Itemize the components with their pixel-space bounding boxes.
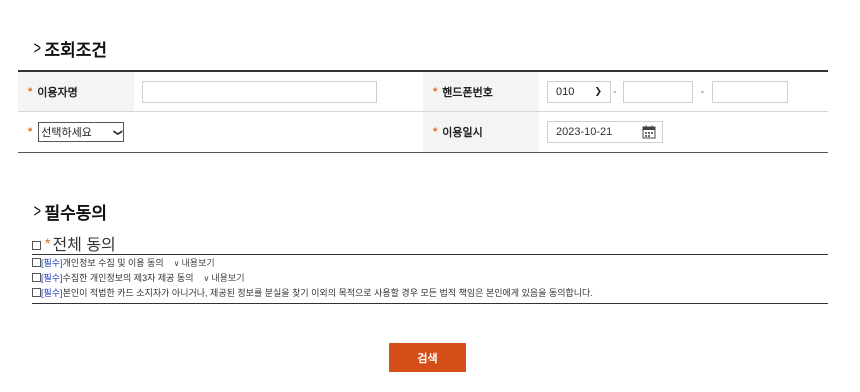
date-label-text: 이용일시 (442, 127, 483, 139)
agreement-checkbox[interactable] (32, 288, 41, 297)
required-star: * (28, 85, 33, 98)
section-title-required-agreement: > 필수동의 (32, 199, 108, 224)
divider (32, 300, 828, 304)
chevron-down-icon: ❯ (594, 86, 602, 96)
calendar-icon[interactable] (642, 125, 656, 139)
select-cell: * 선택하세요 ❯ (18, 112, 423, 152)
agreement-checkbox[interactable] (32, 258, 41, 267)
agreement-text: 수집한 개인정보의 제3자 제공 동의 (62, 273, 194, 283)
date-value: 2023-10-21 (556, 126, 613, 138)
agreement-text: 본인이 적법한 카드 소지자가 아니거나, 제공된 정보를 분실을 찾기 이외의… (62, 288, 593, 298)
date-input[interactable]: 2023-10-21 (547, 121, 663, 143)
required-tag: [필수] (41, 288, 63, 298)
view-content-label: 내용보기 (211, 273, 245, 283)
view-content-link[interactable]: ∨ 내용보기 (204, 271, 245, 284)
chevron-right-icon: > (33, 201, 41, 221)
user-name-input[interactable] (142, 80, 377, 103)
view-content-label: 내용보기 (181, 258, 215, 268)
category-select[interactable]: 선택하세요 ❯ (38, 122, 125, 142)
category-select-value: 선택하세요 (41, 127, 92, 139)
date-cell: 2023-10-21 (539, 112, 828, 152)
search-button[interactable]: 검색 (389, 343, 466, 372)
required-tag: [필수] (41, 273, 63, 283)
user-name-cell (134, 72, 423, 111)
conditions-row-2: * 선택하세요 ❯ * 이용일시 2023-10-21 (18, 112, 828, 152)
agreement-item: [필수] 개인정보 수집 및 이용 동의 ∨ 내용보기 (32, 255, 828, 270)
chevron-down-icon: ∨ (173, 259, 180, 268)
conditions-row-1: * 이용자명 * 핸드폰번호 010 ❯ - - (18, 72, 828, 112)
agree-all-label: 전체 동의 (52, 237, 116, 254)
phone-last-input[interactable] (712, 80, 789, 103)
agree-all-checkbox[interactable] (32, 240, 41, 250)
chevron-down-icon: ∨ (203, 274, 210, 283)
required-star: * (433, 126, 438, 138)
chevron-down-icon: ❯ (113, 128, 124, 136)
agreement-section: * 전체 동의 [필수] 개인정보 수집 및 이용 동의 ∨ 내용보기 [필수] … (32, 232, 828, 304)
view-content-link[interactable]: ∨ 내용보기 (174, 256, 215, 269)
required-star: * (433, 85, 438, 98)
required-star: * (28, 126, 33, 138)
search-conditions-table: * 이용자명 * 핸드폰번호 010 ❯ - - * 선택하세요 ❯ * 이용일… (18, 70, 828, 153)
user-name-label: * 이용자명 (18, 72, 134, 111)
phone-label-text: 핸드폰번호 (442, 86, 493, 99)
section-title-text: 필수동의 (44, 204, 108, 223)
required-star: * (45, 235, 51, 251)
agreement-checkbox[interactable] (32, 273, 41, 282)
agree-all-row: * 전체 동의 (32, 232, 828, 255)
phone-cell: 010 ❯ - - (539, 72, 828, 111)
phone-dash: - (613, 85, 617, 98)
section-title-search-conditions: > 조회조건 (32, 36, 108, 61)
phone-prefix-value: 010 (556, 85, 575, 98)
date-label: * 이용일시 (423, 112, 539, 152)
phone-middle-input[interactable] (622, 80, 693, 103)
agreement-item: [필수] 본인이 적법한 카드 소지자가 아니거나, 제공된 정보를 분실을 찾… (32, 285, 828, 300)
phone-prefix-select[interactable]: 010 ❯ (547, 80, 611, 103)
section-title-text: 조회조건 (44, 41, 108, 60)
phone-dash: - (700, 85, 705, 98)
required-tag: [필수] (41, 258, 63, 268)
agreement-text: 개인정보 수집 및 이용 동의 (62, 258, 164, 268)
agreement-item: [필수] 수집한 개인정보의 제3자 제공 동의 ∨ 내용보기 (32, 270, 828, 285)
chevron-right-icon: > (33, 38, 41, 58)
user-name-label-text: 이용자명 (37, 86, 78, 99)
phone-label: * 핸드폰번호 (423, 72, 539, 111)
